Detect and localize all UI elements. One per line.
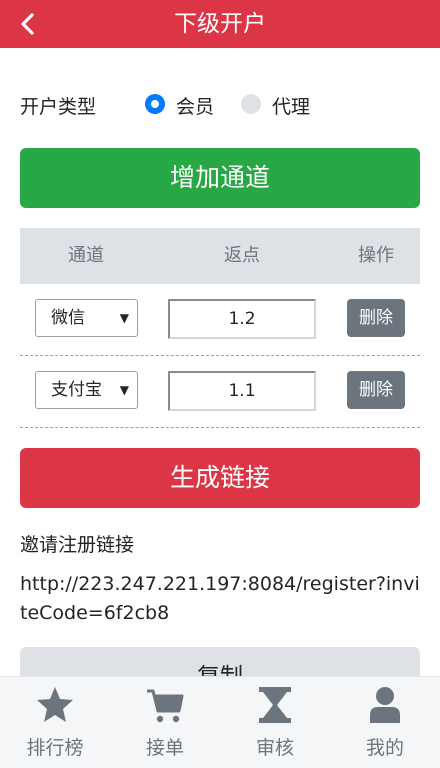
generate-link-button[interactable]: 生成链接 <box>20 448 420 508</box>
header-channel: 通道 <box>68 245 104 266</box>
tab-label: 我的 <box>365 737 404 759</box>
table-row: 支付宝 ▼ 1.1 删除 <box>20 356 420 428</box>
header-rebate: 返点 <box>224 245 260 266</box>
radio-agent-label: 代理 <box>272 96 311 118</box>
add-channel-button[interactable]: 增加通道 <box>20 148 420 208</box>
cart-icon <box>147 689 184 723</box>
tab-label: 排行榜 <box>26 737 84 759</box>
channel-select-value: 支付宝 <box>51 380 102 400</box>
page-title: 下级开户 <box>174 11 266 37</box>
radio-member[interactable]: 会员 <box>145 92 225 118</box>
account-type-row: 开户类型 会员 代理 <box>20 88 420 120</box>
header-action: 操作 <box>358 245 394 266</box>
tab-label: 审核 <box>255 737 294 759</box>
bottom-tabbar: 排行榜 接单 审核 我的 <box>0 676 440 768</box>
channel-select-value: 微信 <box>51 308 85 328</box>
hourglass-icon <box>259 687 291 723</box>
app-header: 下级开户 <box>0 0 440 48</box>
tab-label: 接单 <box>145 737 184 759</box>
table-row: 微信 ▼ 1.2 删除 <box>20 284 420 356</box>
delete-button[interactable]: 删除 <box>347 371 405 409</box>
table-header: 通道 返点 操作 <box>20 228 420 284</box>
account-type-label: 开户类型 <box>20 96 97 118</box>
star-icon <box>37 687 73 722</box>
channel-select[interactable]: 微信 ▼ <box>35 299 138 337</box>
rebate-input[interactable]: 1.1 <box>168 371 316 411</box>
tab-orders[interactable]: 接单 <box>110 677 220 768</box>
radio-member-label: 会员 <box>176 96 215 118</box>
radio-unchecked-icon <box>241 94 261 114</box>
radio-agent[interactable]: 代理 <box>241 92 321 118</box>
invite-label: 邀请注册链接 <box>20 534 135 556</box>
user-icon <box>370 687 400 723</box>
channel-select[interactable]: 支付宝 ▼ <box>35 371 138 409</box>
invite-link[interactable]: http://223.247.221.197:8084/register?inv… <box>20 570 420 628</box>
caret-down-icon: ▼ <box>119 311 129 325</box>
rebate-input[interactable]: 1.2 <box>168 299 316 339</box>
tab-review[interactable]: 审核 <box>220 677 330 768</box>
caret-down-icon: ▼ <box>119 383 129 397</box>
delete-button[interactable]: 删除 <box>347 299 405 337</box>
tab-ranking[interactable]: 排行榜 <box>0 677 110 768</box>
tab-mine[interactable]: 我的 <box>330 677 440 768</box>
radio-checked-icon <box>145 94 165 114</box>
